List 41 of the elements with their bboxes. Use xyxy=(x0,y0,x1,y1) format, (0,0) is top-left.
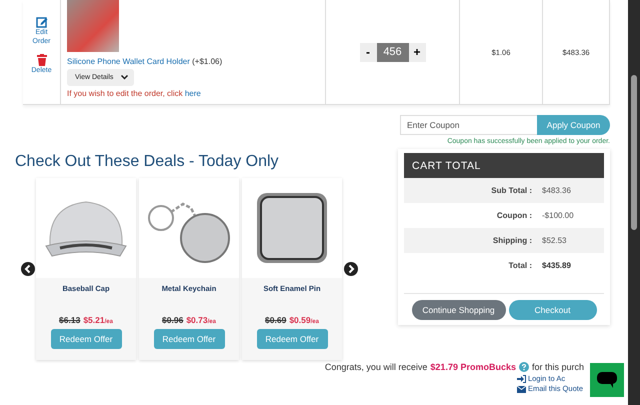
total-label: Total : xyxy=(508,261,532,270)
apply-coupon-button[interactable]: Apply Coupon xyxy=(537,115,610,135)
chat-bubble-icon xyxy=(597,372,617,388)
redeem-offer-button[interactable]: Redeem Offer xyxy=(50,329,122,349)
redeem-offer-button[interactable]: Redeem Offer xyxy=(256,329,328,349)
quantity-field[interactable]: 456 xyxy=(376,42,408,62)
edit-icon xyxy=(36,16,48,28)
total-label: Shipping : xyxy=(492,236,532,245)
product-photo-placeholder xyxy=(67,0,119,52)
product-link[interactable]: Silicone Phone Wallet Card Holder xyxy=(67,57,190,66)
old-price: $0.69 xyxy=(265,315,286,325)
product-price-addon: (+$1.06) xyxy=(192,57,222,66)
trash-icon xyxy=(36,54,46,66)
scrollbar[interactable] xyxy=(628,0,640,405)
total-value: $52.53 xyxy=(542,236,566,245)
old-price: $6.13 xyxy=(59,315,80,325)
checkout-button[interactable]: Checkout xyxy=(508,300,596,320)
sale-price: $5.21 xyxy=(83,315,105,325)
total-value: -$100.00 xyxy=(542,211,574,220)
redeem-offer-button[interactable]: Redeem Offer xyxy=(154,329,224,349)
deals-heading: Check Out These Deals - Today Only xyxy=(15,153,280,171)
congrats-text: for this purch xyxy=(532,362,584,372)
edit-order-link[interactable]: here xyxy=(184,89,201,98)
chevron-down-icon xyxy=(121,75,128,80)
coupon-input-field[interactable]: Enter Coupon xyxy=(400,115,537,135)
promobucks-amount: $21.79 PromoBucks xyxy=(430,362,516,372)
edit-note-text: If you wish to edit the order, click xyxy=(67,89,183,98)
envelope-icon xyxy=(516,386,526,392)
old-price: $0.96 xyxy=(162,315,184,325)
total-label: Sub Total : xyxy=(490,186,532,195)
login-icon xyxy=(516,375,526,383)
total-value: $483.36 xyxy=(542,186,571,195)
total-value: $435.89 xyxy=(542,261,571,270)
help-icon[interactable] xyxy=(518,362,529,372)
congrats-text: Congrats, you will receive xyxy=(324,362,428,372)
sale-price: $0.59 xyxy=(289,315,311,325)
cart-total-heading: CART TOTAL xyxy=(404,153,604,178)
total-label: Coupon : xyxy=(496,211,532,220)
chat-button[interactable] xyxy=(590,363,624,397)
sale-price: $0.73 xyxy=(186,315,208,325)
continue-shopping-button[interactable]: Continue Shopping xyxy=(412,300,506,320)
